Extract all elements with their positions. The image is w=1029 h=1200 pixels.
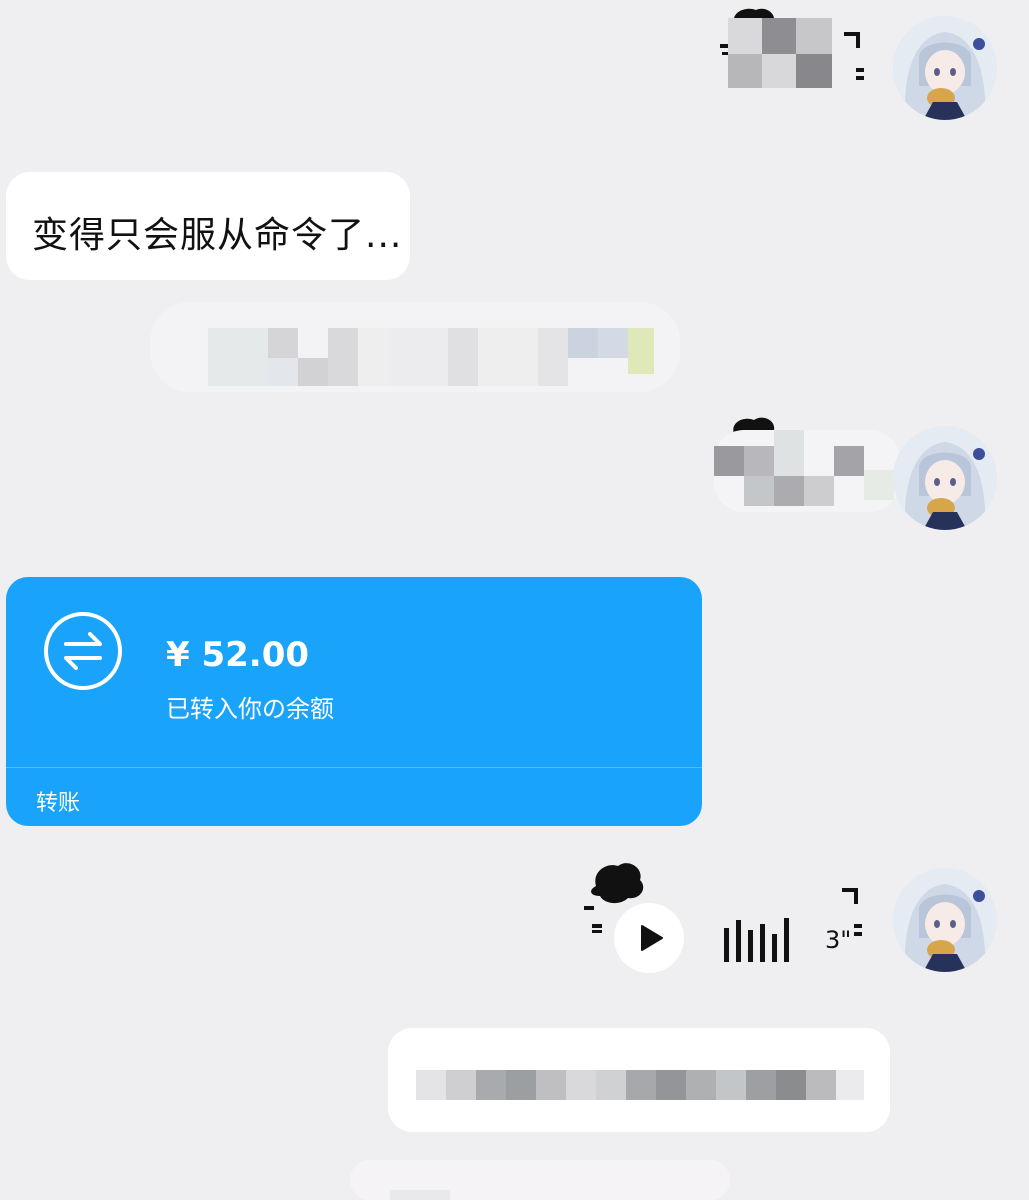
avatar[interactable]: [893, 16, 997, 120]
avatar[interactable]: [893, 426, 997, 530]
pixelated-message-1: [728, 18, 838, 90]
play-icon: [641, 925, 663, 951]
pixelated-message-2: [150, 302, 680, 398]
voice-play-button[interactable]: [614, 903, 684, 973]
pixelated-message-3: [714, 430, 900, 512]
bracket-mark: [842, 888, 862, 936]
voice-waveform-icon: [724, 918, 789, 962]
bracket-mark: [844, 32, 864, 80]
pixelated-text: [416, 1070, 864, 1100]
avatar-image-icon: [893, 16, 997, 120]
transfer-status: 已转入你の余额: [166, 695, 334, 723]
transfer-amount: ¥ 52.00: [166, 635, 310, 675]
chat-screen: 变得只会服从命令了... ¥ 52.00 已转入你の余额 转账 3": [0, 0, 1029, 1200]
pixelated-message-partial: [350, 1150, 730, 1200]
transfer-footer-label: 转账: [36, 791, 81, 816]
divider: [6, 767, 702, 768]
avatar-image-icon: [893, 868, 997, 972]
incoming-text-label: 变得只会服从命令了...: [32, 215, 403, 256]
avatar-image-icon: [893, 426, 997, 530]
transfer-card[interactable]: ¥ 52.00 已转入你の余额 转账: [6, 577, 702, 826]
avatar[interactable]: [893, 868, 997, 972]
transfer-arrows-icon: [44, 612, 122, 690]
incoming-text-bubble[interactable]: 变得只会服从命令了...: [6, 172, 410, 280]
pixelated-message-4[interactable]: [388, 1028, 890, 1132]
